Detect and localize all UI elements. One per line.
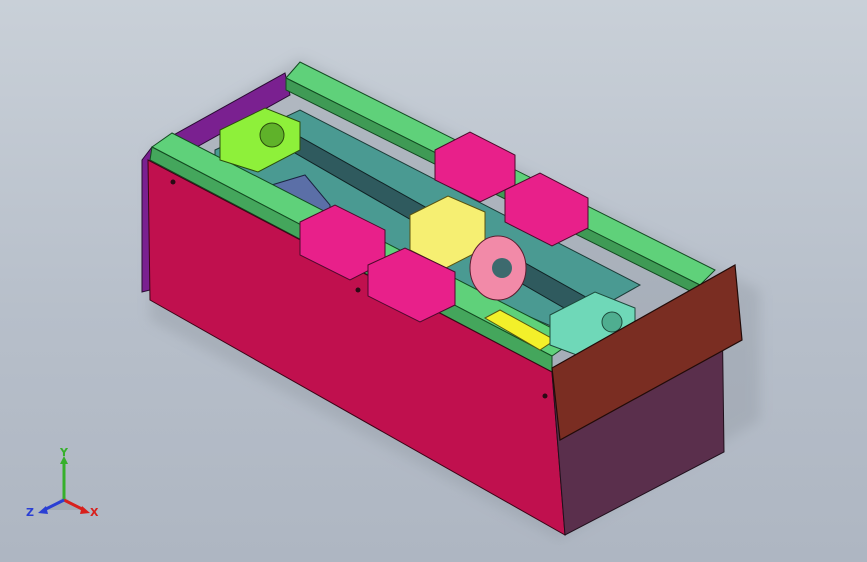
front-face-screw-3 xyxy=(542,393,548,399)
floating-support-bearing xyxy=(601,311,623,333)
linear-module-model[interactable] xyxy=(0,0,867,562)
front-face-screw-2 xyxy=(355,287,361,293)
triad-x-label: X xyxy=(90,506,99,519)
ball-nut-bore xyxy=(492,258,512,278)
cad-viewport[interactable]: Y X Z xyxy=(0,0,867,562)
front-face-screw-1 xyxy=(170,179,176,185)
fixed-support-bearing xyxy=(259,122,285,148)
triad-z-label: Z xyxy=(26,506,34,519)
coordinate-triad: Y X Z xyxy=(22,446,106,524)
triad-y-label: Y xyxy=(59,448,69,459)
